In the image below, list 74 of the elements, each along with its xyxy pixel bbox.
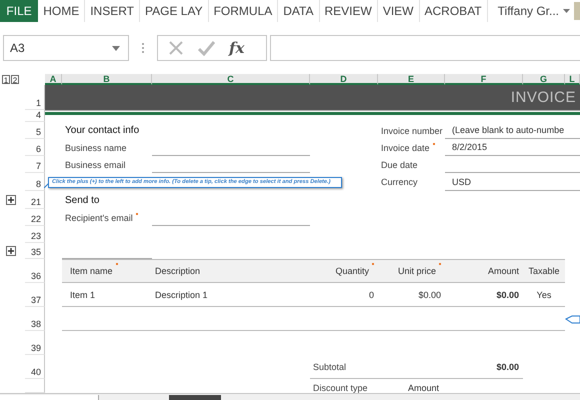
outline-level-button[interactable]: 1 [2, 75, 10, 84]
ribbon-tab[interactable]: DATA [278, 0, 320, 22]
row-header[interactable]: 36 [25, 259, 45, 283]
ribbon-tab[interactable]: REVIEW [320, 0, 378, 22]
field-label: Due date [381, 160, 418, 170]
row-header[interactable]: 37 [25, 283, 45, 307]
row-header[interactable]: 39 [25, 331, 45, 355]
field-label: Invoice number [381, 126, 443, 136]
column-header[interactable]: C [152, 74, 310, 85]
row-header[interactable]: 6 [25, 139, 45, 156]
column-header[interactable]: L [565, 74, 580, 85]
column-heading: Unit price [398, 266, 436, 276]
column-header[interactable]: B [62, 74, 152, 85]
insert-function-button[interactable]: fx [229, 39, 244, 57]
column-heading: Taxable [528, 266, 560, 276]
total-value: $0.00 [495, 361, 520, 374]
input-field[interactable]: (Leave blank to auto-numbe [445, 122, 580, 139]
expand-icon[interactable] [6, 195, 16, 205]
field-value: Amount [407, 382, 440, 393]
row-header[interactable]: 22 [25, 209, 45, 226]
account-name[interactable]: Tiffany Gr... [498, 4, 559, 18]
check-icon[interactable] [198, 40, 215, 56]
row-header[interactable]: 4 [25, 110, 45, 122]
field-label: Business email [65, 160, 126, 170]
column-header[interactable]: D [310, 74, 378, 85]
column-header[interactable]: F [445, 74, 523, 85]
ribbon-tab[interactable]: INSERT [85, 0, 140, 22]
column-heading: Description [155, 266, 200, 276]
column-header[interactable]: A [45, 74, 62, 85]
row-header[interactable]: 5 [25, 122, 45, 139]
table-cell-text: 0 [368, 289, 375, 302]
formula-input[interactable] [270, 35, 580, 61]
column-heading: Quantity [335, 266, 369, 276]
table-cell-text: Description 1 [154, 289, 209, 302]
table-cell-text: Item 1 [69, 289, 96, 302]
cell-reference: A3 [10, 41, 25, 55]
row-header[interactable]: 23 [25, 226, 45, 243]
row-header[interactable]: 40 [25, 355, 45, 379]
ribbon-tab[interactable]: ACROBAT [420, 0, 488, 22]
column-header[interactable]: G [523, 74, 565, 85]
outline-level-button[interactable]: 2 [11, 75, 19, 84]
cancel-icon[interactable] [168, 40, 184, 56]
dropdown-icon[interactable] [112, 46, 120, 50]
field-label: Discount type [312, 382, 369, 393]
field-label: Currency [381, 177, 418, 187]
row-header[interactable]: 8 [25, 173, 45, 191]
total-label: Subtotal [312, 361, 348, 374]
table-cell-text: $0.00 [417, 289, 442, 302]
input-field[interactable]: 8/2/2015 [445, 139, 580, 156]
table-cell-text: Yes [536, 289, 552, 302]
dropdown-icon[interactable] [563, 9, 570, 13]
section-heading: Send to [64, 194, 100, 208]
name-box[interactable]: A3 [3, 35, 129, 61]
row-header[interactable]: 38 [25, 307, 45, 331]
row-header[interactable]: 35 [25, 243, 45, 259]
field-label: Invoice date [381, 142, 430, 152]
row-header[interactable]: 21 [25, 191, 45, 209]
input-field[interactable]: USD [445, 173, 580, 191]
tip-callout-icon[interactable] [565, 313, 580, 325]
column-header[interactable]: E [378, 74, 445, 85]
column-heading: Amount [488, 266, 519, 276]
ribbon-tab[interactable]: VIEW [378, 0, 420, 22]
ribbon-tab[interactable]: FORMULA [208, 0, 278, 22]
invoice-title: INVOICE [510, 89, 576, 106]
ribbon-tab[interactable]: PAGE LAY [140, 0, 209, 22]
file-tab[interactable]: FILE [0, 0, 38, 22]
column-heading: Item name [70, 266, 113, 276]
field-label: Business name [65, 142, 127, 152]
ribbon-tab[interactable]: HOME [38, 0, 86, 22]
field-label: Recipient's email [65, 212, 133, 222]
section-heading: Your contact info [64, 124, 140, 138]
row-header[interactable]: 7 [25, 156, 45, 173]
expand-icon[interactable] [6, 246, 16, 256]
table-cell-text: $0.00 [495, 289, 520, 302]
